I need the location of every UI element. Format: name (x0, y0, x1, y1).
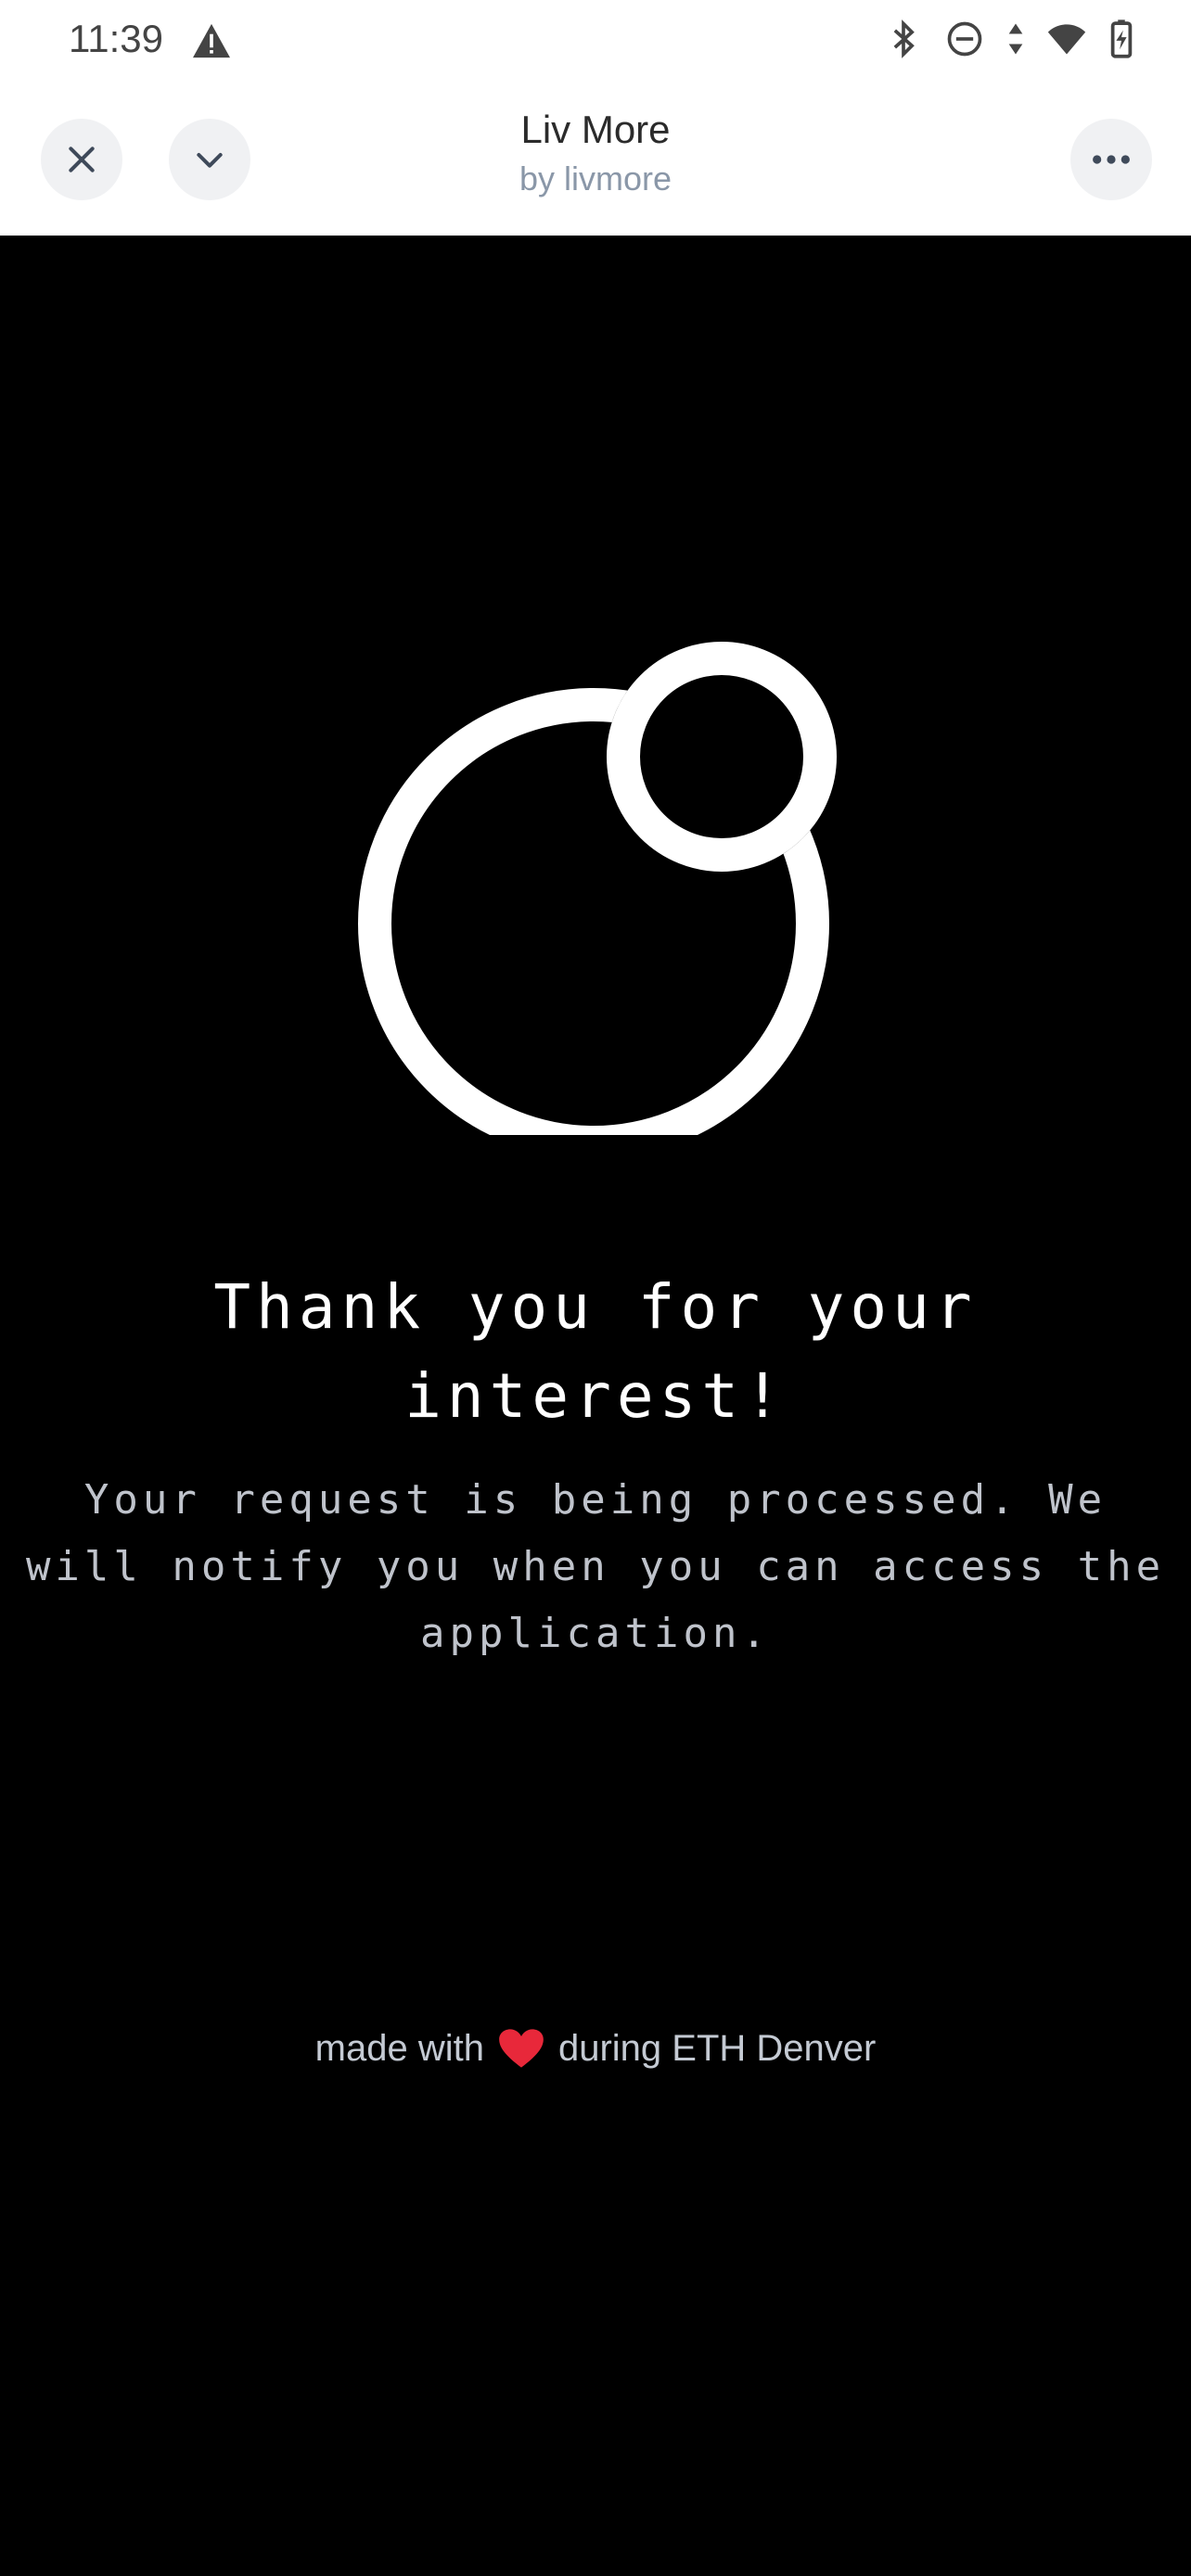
bluetooth-icon (893, 19, 915, 58)
do-not-disturb-icon (947, 21, 982, 57)
heading-line-2: interest! (404, 1360, 787, 1432)
more-options-button[interactable] (1070, 119, 1152, 200)
battery-charging-icon (1110, 19, 1133, 58)
heart-icon (499, 2029, 544, 2068)
status-bar: 11:39 (0, 0, 1191, 83)
footer-credit: made with during ETH Denver (0, 2027, 1191, 2070)
wifi-icon (1047, 24, 1086, 55)
message-line-2: will notify you when you can access the (25, 1543, 1166, 1590)
message-line-3: application. (420, 1610, 771, 1657)
thank-you-heading: Thank you for your interest! (93, 1263, 1098, 1441)
status-time: 11:39 (69, 17, 163, 60)
status-icons (883, 17, 1135, 61)
heading-line-1: Thank you for your (213, 1271, 978, 1343)
main-content: Thank you for your interest! Your reques… (0, 236, 1191, 2576)
data-arrows-icon (1008, 23, 1023, 55)
processing-message: Your request is being processed. We will… (19, 1467, 1172, 1667)
footer-text-before: made with (314, 2027, 484, 2069)
app-title: Liv More (520, 108, 671, 151)
livmore-logo-icon (358, 642, 837, 1135)
message-line-1: Your request is being processed. We (83, 1476, 1108, 1524)
app-header: Liv More by livmore (0, 83, 1191, 236)
footer-text-after: during ETH Denver (557, 2027, 877, 2069)
app-subtitle: by livmore (519, 159, 672, 198)
more-horizontal-icon (1093, 155, 1130, 164)
warning-icon (193, 23, 230, 58)
